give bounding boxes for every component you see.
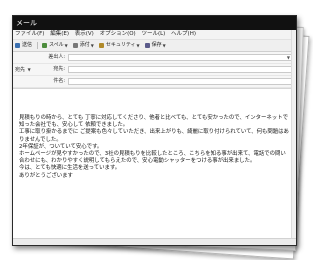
toolbar: 送信 スペル ▼ 添付 ▼ セキュリティ ▼ 保存 ▼ bbox=[13, 40, 296, 52]
toolbar-separator bbox=[37, 42, 39, 49]
from-field[interactable]: ▼ bbox=[68, 54, 293, 61]
send-button[interactable]: 送信 bbox=[15, 40, 32, 51]
chevron-down-icon[interactable]: ▼ bbox=[137, 40, 140, 51]
security-button[interactable]: セキュリティ ▼ bbox=[98, 40, 140, 51]
body-line: ありがとうございます bbox=[19, 172, 73, 179]
paperclip-icon bbox=[72, 43, 78, 48]
menu-tools[interactable]: ツール(L) bbox=[141, 31, 165, 37]
subject-label: 件名: bbox=[53, 78, 65, 84]
chevron-down-icon[interactable]: ▼ bbox=[65, 40, 68, 51]
message-headers: 差出人: ▼ 宛先 ▼ 宛先: 件名: bbox=[13, 52, 296, 89]
menu-view[interactable]: 表示(V) bbox=[75, 31, 94, 37]
vertical-scrollbar[interactable] bbox=[291, 30, 296, 245]
menu-bar: ファイル(F) 編集(E) 表示(V) オプション(O) ツール(L) ヘルプ(… bbox=[13, 30, 296, 40]
attach-button[interactable]: 添付 ▼ bbox=[72, 40, 94, 51]
from-label: 差出人: bbox=[48, 54, 65, 60]
to-label: 宛先: bbox=[53, 66, 65, 72]
body-line: ホームページが見やすかったので、3社の見積もりを比較したところ、こちらを知る事が… bbox=[19, 151, 286, 165]
chevron-down-icon[interactable]: ▼ bbox=[163, 40, 166, 51]
security-label: セキュリティ bbox=[105, 42, 136, 48]
save-icon bbox=[144, 43, 150, 48]
menu-file[interactable]: ファイル(F) bbox=[15, 31, 44, 37]
body-line: 今は、とても快適に生活を送っています。 bbox=[19, 165, 121, 172]
save-button[interactable]: 保存 ▼ bbox=[144, 40, 166, 51]
spell-button[interactable]: スペル ▼ bbox=[42, 40, 68, 51]
screenshot-stage: メール ファイル(F) 編集(E) 表示(V) オプション(O) ツール(L) … bbox=[0, 0, 313, 260]
menu-edit[interactable]: 編集(E) bbox=[50, 31, 69, 37]
menu-help[interactable]: ヘルプ(H) bbox=[171, 31, 196, 37]
status-bar bbox=[13, 238, 296, 245]
spell-label: スペル bbox=[49, 42, 64, 48]
save-label: 保存 bbox=[151, 42, 162, 48]
subject-field[interactable] bbox=[68, 78, 293, 85]
subject-row: 件名: bbox=[13, 76, 296, 88]
send-icon bbox=[15, 43, 20, 48]
chevron-down-icon[interactable]: ▼ bbox=[287, 52, 290, 63]
send-label: 送信 bbox=[22, 42, 33, 48]
spellcheck-icon bbox=[42, 43, 48, 48]
message-body[interactable]: 見積もりの時から、とても 丁寧に対応してくださり、他者と比べても、とても安かった… bbox=[13, 89, 296, 180]
mail-compose-window: メール ファイル(F) 編集(E) 表示(V) オプション(O) ツール(L) … bbox=[12, 15, 297, 246]
body-line: 工事に取り掛かるまでに ご提案も色々していただき、出来上がりも、綺麗に取り付けら… bbox=[19, 129, 289, 143]
menu-options[interactable]: オプション(O) bbox=[100, 31, 136, 37]
attach-label: 添付 bbox=[79, 42, 90, 48]
lock-icon bbox=[98, 43, 104, 48]
to-field[interactable] bbox=[68, 66, 293, 73]
body-line: 2年保証が、ついていて安心です。 bbox=[19, 143, 103, 150]
window-title: メール bbox=[13, 16, 296, 30]
body-line: 見積もりの時から、とても 丁寧に対応してくださり、他者と比べても、とても安かった… bbox=[19, 115, 288, 129]
to-row: 宛先 ▼ 宛先: bbox=[13, 64, 296, 76]
chevron-down-icon[interactable]: ▼ bbox=[91, 40, 94, 51]
from-row: 差出人: ▼ bbox=[13, 52, 296, 64]
